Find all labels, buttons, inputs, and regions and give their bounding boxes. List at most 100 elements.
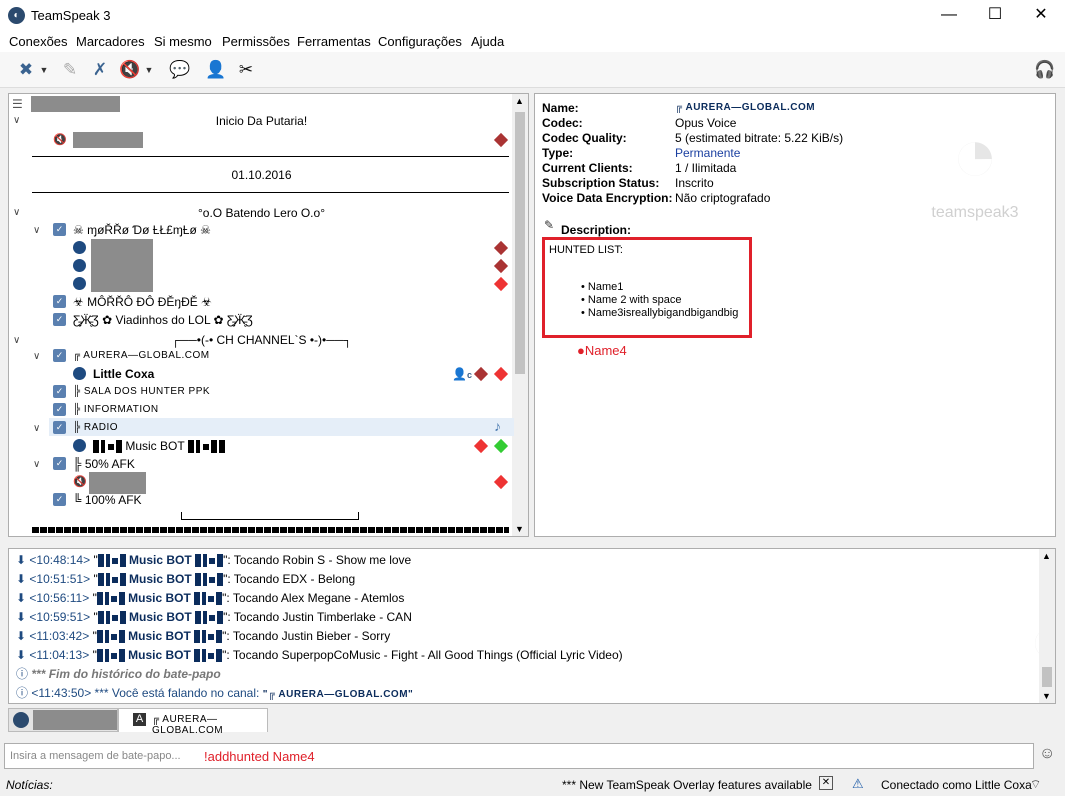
close-news-icon[interactable]: ✕ <box>819 776 833 790</box>
channel-morro2[interactable]: ☣ MÔŘŘÔ ĐÔ ĐĚŋĐĚ ☣ <box>73 293 212 311</box>
channel-information[interactable]: ╠ INFORMATION <box>73 401 159 419</box>
username-redacted[interactable] <box>73 132 143 148</box>
contacts-icon[interactable]: 👤 <box>204 58 228 82</box>
minimize-button[interactable]: — <box>926 0 972 30</box>
channel-50-afk[interactable]: ╠ 50% AFK <box>73 455 135 473</box>
user-music-bot[interactable]: Music BOT <box>93 437 225 455</box>
channel-inicio[interactable]: Inicio Da Putaria! <box>9 112 514 130</box>
menu-ferramentas[interactable]: Ferramentas <box>297 34 371 49</box>
menu-ajuda[interactable]: Ajuda <box>471 34 504 49</box>
close-button[interactable]: ✕ <box>1018 0 1064 30</box>
channel-100-afk[interactable]: ╚ 100% AFK <box>73 491 142 509</box>
channel-check-icon: ✓ <box>53 457 66 470</box>
menu-marcadores[interactable]: Marcadores <box>76 34 145 49</box>
warning-icon[interactable]: ⚠ <box>852 776 864 792</box>
tab-channel[interactable]: A ╔ AURERA—GLOBAL.COM <box>118 708 268 736</box>
server-group-icon <box>473 366 489 382</box>
channel-batendo[interactable]: °o.O Batendo Lero O.o° <box>9 204 514 222</box>
value-codec-quality: 5 (estimated bitrate: 5.22 KiB/s) <box>675 131 844 145</box>
chat-message-row: ⬇ <10:51:51> " Music BOT ": Tocando EDX … <box>16 572 356 587</box>
channel-aurera[interactable]: ╔ AURERA—GLOBAL.COM <box>73 347 210 365</box>
scroll-thumb[interactable] <box>515 112 525 374</box>
chat-timestamp: <10:59:51> <box>29 610 94 624</box>
channel-radio[interactable]: ╠ RADIO <box>73 419 118 437</box>
chat-timestamp: <11:04:13> <box>29 648 93 662</box>
chat-message-text: Tocando Justin Bieber - Sorry <box>232 629 391 643</box>
menu-configuracoes[interactable]: Configurações <box>378 34 462 49</box>
teamspeak-logo-icon: ◐ <box>8 7 25 24</box>
description-label: Description: <box>561 223 632 237</box>
menu-conexoes[interactable]: Conexões <box>9 34 68 49</box>
value-type[interactable]: Permanente <box>675 146 740 160</box>
value-subscription: Inscrito <box>675 176 714 190</box>
hunted-item: • Name 2 with space <box>581 294 682 306</box>
chevron-down-icon[interactable]: ∨ <box>33 423 40 434</box>
chat-timestamp: <11:03:42> <box>29 629 93 643</box>
emoji-icon[interactable]: ☺ <box>1039 745 1055 763</box>
menu-si-mesmo[interactable]: Si mesmo <box>154 34 212 49</box>
channel-check-icon: ✓ <box>53 493 66 506</box>
chat-sender-link[interactable]: Music BOT <box>96 648 223 663</box>
server-icon: ☰ <box>12 97 23 111</box>
plugin-icon[interactable]: ✂ <box>234 58 258 82</box>
label-codec-quality: Codec Quality: <box>542 131 627 145</box>
chat-sender-link[interactable]: Music BOT <box>97 553 224 568</box>
dropdown-arrow-icon[interactable]: ▼ <box>38 58 50 82</box>
chat-bubble-icon[interactable]: 💬 <box>168 58 192 82</box>
chat-sender-link[interactable]: Music BOT <box>96 591 223 606</box>
usernames-redacted[interactable] <box>91 239 153 292</box>
channel-check-icon: ✓ <box>53 313 66 326</box>
label-encryption: Voice Data Encryption: <box>542 191 673 205</box>
chat-sender-link[interactable]: Music BOT <box>97 572 224 587</box>
disconnect-icon[interactable]: ✖ <box>14 58 38 82</box>
chat-message-row: ⬇ <10:56:11> " Music BOT ": Tocando Alex… <box>16 591 405 606</box>
chevron-down-icon[interactable]: ∨ <box>33 351 40 362</box>
chevron-down-icon[interactable]: ∨ <box>33 459 40 470</box>
scroll-thumb[interactable] <box>1042 667 1052 687</box>
news-ticker[interactable]: *** New TeamSpeak Overlay features avail… <box>562 778 812 792</box>
channel-commander-icon: 👤c <box>452 367 472 381</box>
spacer-line <box>32 192 509 193</box>
teamspeak-logo-icon <box>13 712 29 728</box>
chat-input-field[interactable]: Insira a mensagem de bate-papo... !addhu… <box>4 743 1034 769</box>
chat-message-row: ⬇ <10:48:14> " Music BOT ": Tocando Robi… <box>16 553 412 568</box>
channel-date[interactable]: 01.10.2016 <box>9 166 514 184</box>
server-group-icon <box>493 474 509 490</box>
tree-scrollbar[interactable]: ▲ ▼ <box>512 94 528 536</box>
label-name: Name: <box>542 101 579 115</box>
chat-channel-notice: ⓘ <11:43:50> *** Você está falando no ca… <box>16 686 414 700</box>
channel-sala[interactable]: ╠ SALA DOS HUNTER PPK <box>73 383 210 401</box>
info-icon: ⓘ <box>16 667 29 681</box>
chat-sender-link[interactable]: Music BOT <box>96 629 223 644</box>
chat-scrollbar[interactable]: ▲ ▼ <box>1039 549 1055 703</box>
music-note-icon: ♪ <box>494 418 501 434</box>
scroll-up-icon[interactable]: ▲ <box>1042 551 1051 561</box>
away-icon[interactable]: ✎ <box>58 58 82 82</box>
user-status-icon <box>73 367 86 380</box>
channel-viadinhos[interactable]: Ƹ̵̡Ӝ̵̨̄Ʒ ✿ Viadinhos do LOL ✿ Ƹ̵̡Ӝ̵̨̄Ʒ <box>73 311 253 329</box>
channel-morro[interactable]: ☠ ɱøŘŘø Ɗø ȽŁ£ɱȽø ☠ <box>73 221 211 239</box>
download-arrow-icon: ⬇ <box>16 553 30 567</box>
scroll-down-icon[interactable]: ▼ <box>1042 691 1051 701</box>
chat-message-text: Tocando Robin S - Show me love <box>233 553 412 567</box>
mute-microphone-icon[interactable]: ✗ <box>88 58 112 82</box>
dropdown-arrow-icon[interactable]: ▼ <box>143 58 155 82</box>
tab-server-redacted <box>33 710 117 730</box>
mute-speakers-icon[interactable]: 🔇 <box>118 58 142 82</box>
user-little-coxa[interactable]: Little Coxa <box>93 365 154 383</box>
channel-check-icon: ✓ <box>53 421 66 434</box>
maximize-button[interactable]: ☐ <box>972 0 1018 30</box>
annotation-name4: ●Name4 <box>577 343 627 358</box>
chevron-down-icon[interactable]: ∨ <box>33 225 40 236</box>
scroll-up-icon[interactable]: ▲ <box>515 96 524 106</box>
toolbar: ✖ ▼ ✎ ✗ 🔇 ▼ 💬 👤 ✂ 🎧 <box>0 52 1065 88</box>
commander-badge: c <box>466 370 472 380</box>
menu-permissoes[interactable]: Permissões <box>222 34 290 49</box>
headset-icon[interactable]: 🎧 <box>1033 58 1057 82</box>
scroll-down-icon[interactable]: ▼ <box>515 524 524 534</box>
chat-message-text: Tocando SuperpopCoMusic - Fight - All Go… <box>232 648 623 662</box>
user-status-icon <box>73 439 86 452</box>
chat-sender-link[interactable]: Music BOT <box>97 610 224 625</box>
tab-server[interactable] <box>8 708 118 732</box>
value-encryption: Não criptografado <box>675 191 771 205</box>
